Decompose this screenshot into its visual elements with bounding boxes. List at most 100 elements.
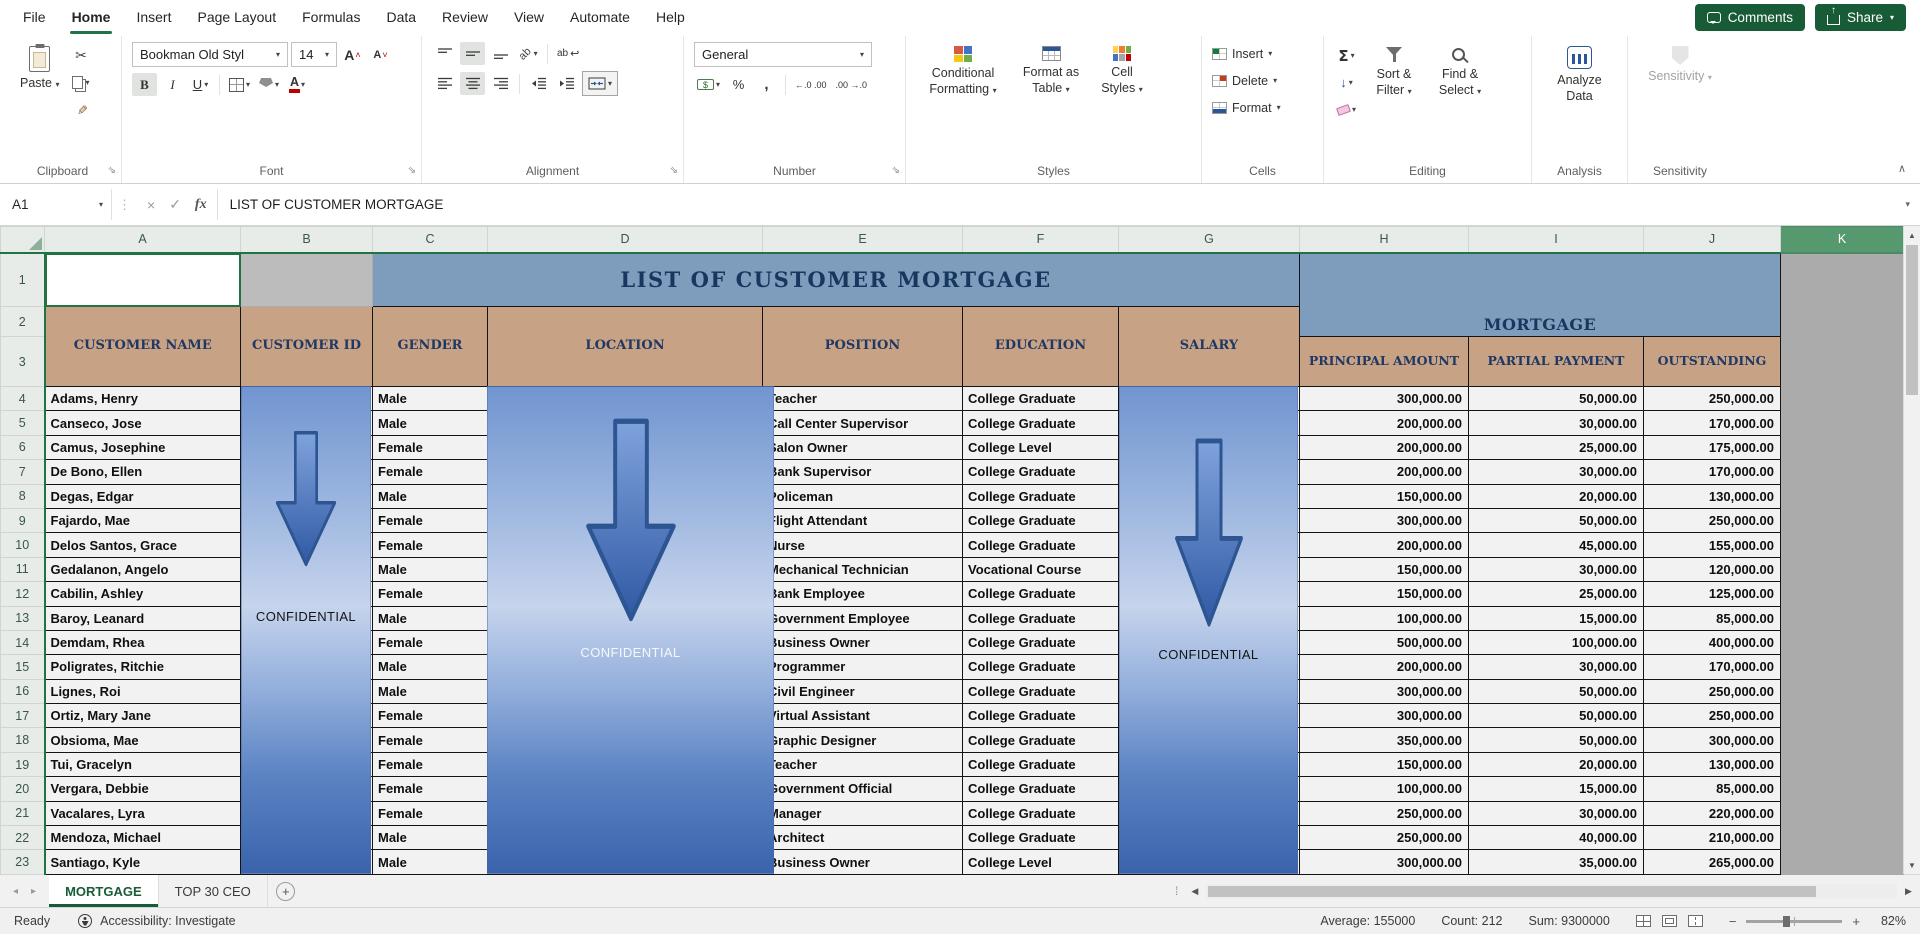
row-header-21[interactable]: 21: [0, 800, 46, 827]
cell-name-11[interactable]: Gedalanon, Angelo: [44, 556, 241, 583]
cell-name-5[interactable]: Canseco, Jose: [44, 410, 241, 436]
cell-gender-23[interactable]: Male: [372, 849, 488, 875]
ribbon-tab-insert[interactable]: Insert: [123, 0, 184, 34]
cell-education-20[interactable]: College Graduate: [962, 776, 1119, 802]
confidential-shape-customer-id[interactable]: CONFIDENTIAL: [241, 386, 371, 874]
cell-k6[interactable]: [1780, 434, 1904, 461]
cell-education-7[interactable]: College Graduate: [962, 459, 1119, 485]
bottom-align-button[interactable]: [488, 42, 513, 65]
accessibility-checker-button[interactable]: Accessibility: Investigate: [78, 914, 236, 928]
fill-color-button[interactable]: ▾: [256, 73, 282, 96]
cell-k23[interactable]: [1780, 849, 1904, 875]
bold-button[interactable]: B: [132, 73, 157, 96]
cell-name-9[interactable]: Fajardo, Mae: [44, 507, 241, 534]
column-header-c[interactable]: C: [372, 226, 488, 254]
decrease-decimal-button[interactable]: .00 →.0: [833, 73, 871, 96]
cell-gender-16[interactable]: Male: [372, 678, 488, 705]
cell-principal-5[interactable]: 200,000.00: [1299, 410, 1469, 436]
column-header-i[interactable]: I: [1468, 226, 1644, 254]
cell-partial-7[interactable]: 30,000.00: [1468, 459, 1644, 485]
cell-partial-4[interactable]: 50,000.00: [1468, 385, 1644, 412]
ribbon-tab-page-layout[interactable]: Page Layout: [184, 0, 289, 34]
insert-function-icon[interactable]: fx: [195, 197, 207, 213]
cell-education-23[interactable]: College Level: [962, 849, 1119, 875]
cell-partial-14[interactable]: 100,000.00: [1468, 629, 1644, 656]
cell-education-18[interactable]: College Graduate: [962, 727, 1119, 753]
cell-a1[interactable]: [44, 252, 241, 307]
cell-position-13[interactable]: Government Employee: [762, 605, 963, 631]
cell-gender-19[interactable]: Female: [372, 751, 488, 778]
cell-position-21[interactable]: Manager: [762, 800, 963, 827]
cell-k18[interactable]: [1780, 727, 1904, 753]
sheet-nav-arrows[interactable]: ◂ ▸: [0, 875, 49, 907]
cell-education-5[interactable]: College Graduate: [962, 410, 1119, 436]
cell-education-19[interactable]: College Graduate: [962, 751, 1119, 778]
cell-principal-6[interactable]: 200,000.00: [1299, 434, 1469, 461]
row-header-7[interactable]: 7: [0, 459, 46, 485]
vertical-scrollbar[interactable]: ▲ ▼: [1903, 226, 1920, 874]
alignment-dialog-launcher-icon[interactable]: ⇘: [670, 166, 678, 176]
cell-partial-19[interactable]: 20,000.00: [1468, 751, 1644, 778]
cell-k7[interactable]: [1780, 459, 1904, 485]
ribbon-tab-automate[interactable]: Automate: [557, 0, 643, 34]
cell-outstanding-8[interactable]: 130,000.00: [1643, 483, 1781, 509]
cell-partial-6[interactable]: 25,000.00: [1468, 434, 1644, 461]
cell-principal-4[interactable]: 300,000.00: [1299, 385, 1469, 412]
cell-outstanding-14[interactable]: 400,000.00: [1643, 629, 1781, 656]
cell-name-14[interactable]: Demdam, Rhea: [44, 629, 241, 656]
select-all-corner[interactable]: [0, 226, 45, 254]
cell-education-22[interactable]: College Graduate: [962, 825, 1119, 851]
formula-bar-expand-icon[interactable]: ▾: [1895, 199, 1920, 210]
cell-k13[interactable]: [1780, 605, 1904, 631]
cell-gender-9[interactable]: Female: [372, 507, 488, 534]
cell-education-11[interactable]: Vocational Course: [962, 556, 1119, 583]
sheet-title-cell[interactable]: LIST OF CUSTOMER MORTGAGE: [372, 252, 1300, 307]
cell-name-17[interactable]: Ortiz, Mary Jane: [44, 703, 241, 729]
cell-partial-13[interactable]: 15,000.00: [1468, 605, 1644, 631]
cell-k14[interactable]: [1780, 629, 1904, 656]
cell-position-10[interactable]: Nurse: [762, 532, 963, 558]
cell-education-12[interactable]: College Graduate: [962, 581, 1119, 607]
font-name-select[interactable]: Bookman Old Styl ▾: [132, 42, 288, 67]
cell-education-10[interactable]: College Graduate: [962, 532, 1119, 558]
zoom-out-icon[interactable]: −: [1729, 914, 1737, 929]
borders-button[interactable]: ▾: [226, 73, 253, 96]
cell-k9[interactable]: [1780, 507, 1904, 534]
horizontal-scroll-thumb[interactable]: [1208, 885, 1817, 897]
column-header-k[interactable]: K: [1780, 226, 1904, 254]
merge-center-button[interactable]: ▾: [582, 71, 619, 96]
prev-sheet-icon[interactable]: ◂: [13, 886, 18, 897]
row-header-9[interactable]: 9: [0, 507, 46, 534]
zoom-level[interactable]: 82%: [1870, 914, 1906, 928]
cell-principal-11[interactable]: 150,000.00: [1299, 556, 1469, 583]
cell-gender-4[interactable]: Male: [372, 385, 488, 412]
cell-gender-22[interactable]: Male: [372, 825, 488, 851]
paste-button[interactable]: Paste ▾: [14, 42, 65, 92]
cell-name-13[interactable]: Baroy, Leanard: [44, 605, 241, 631]
cell-name-10[interactable]: Delos Santos, Grace: [44, 532, 241, 558]
clear-button[interactable]: ▾: [1334, 98, 1359, 121]
cell-k10[interactable]: [1780, 532, 1904, 558]
cell-k8[interactable]: [1780, 483, 1904, 509]
cell-styles-button[interactable]: Cell Styles ▾: [1092, 42, 1152, 96]
cell-position-17[interactable]: Virtual Assistant: [762, 703, 963, 729]
cell-name-12[interactable]: Cabilin, Ashley: [44, 581, 241, 607]
align-center-button[interactable]: [460, 72, 485, 95]
cell-outstanding-13[interactable]: 85,000.00: [1643, 605, 1781, 631]
cell-education-8[interactable]: College Graduate: [962, 483, 1119, 509]
row-header-22[interactable]: 22: [0, 825, 46, 851]
cell-position-22[interactable]: Architect: [762, 825, 963, 851]
normal-view-icon[interactable]: [1635, 915, 1651, 927]
cell-partial-9[interactable]: 50,000.00: [1468, 507, 1644, 534]
format-cells-button[interactable]: Format ▾: [1212, 96, 1281, 119]
cell-name-21[interactable]: Vacalares, Lyra: [44, 800, 241, 827]
cell-outstanding-15[interactable]: 170,000.00: [1643, 654, 1781, 680]
cell-name-20[interactable]: Vergara, Debbie: [44, 776, 241, 802]
row-header-20[interactable]: 20: [0, 776, 46, 802]
cell-k16[interactable]: [1780, 678, 1904, 705]
cell-k15[interactable]: [1780, 654, 1904, 680]
cell-gender-20[interactable]: Female: [372, 776, 488, 802]
vertical-scroll-thumb[interactable]: [1906, 245, 1918, 395]
cell-education-17[interactable]: College Graduate: [962, 703, 1119, 729]
cell-position-9[interactable]: Flight Attendant: [762, 507, 963, 534]
